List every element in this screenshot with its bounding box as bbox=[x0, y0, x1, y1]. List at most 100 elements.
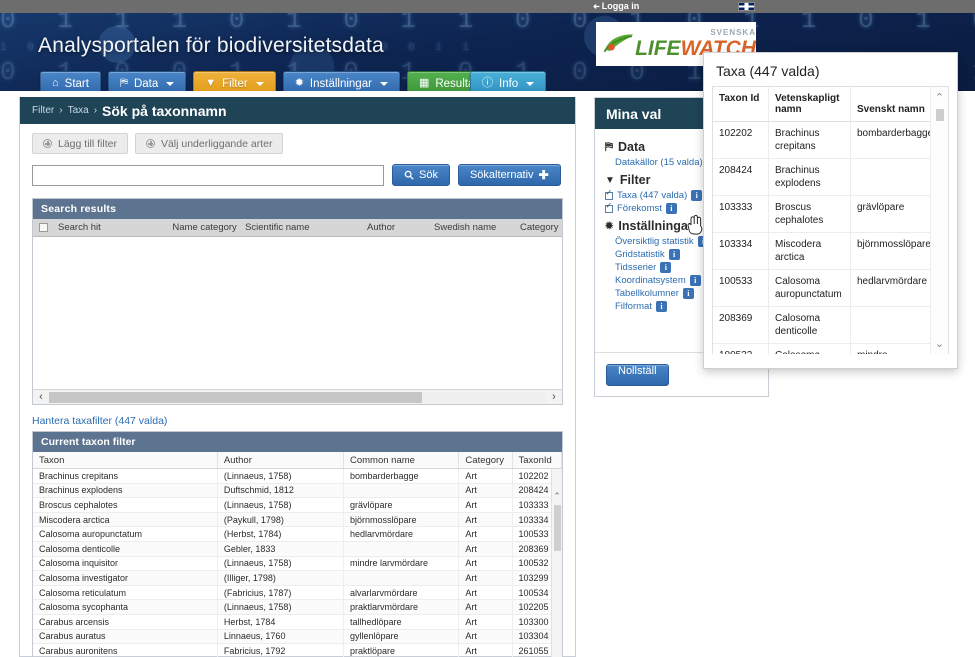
popup-column-taxon-id[interactable]: Taxon Id bbox=[713, 87, 769, 121]
scrollbar-track[interactable] bbox=[49, 391, 546, 403]
popup-table-row[interactable]: 208369 Calosoma denticolle bbox=[713, 307, 948, 344]
breadcrumb-taxa[interactable]: Taxa bbox=[68, 105, 89, 116]
table-row[interactable]: Calosoma auropunctatum (Herbst, 1784) hedl… bbox=[33, 527, 563, 542]
cell-common-name bbox=[344, 541, 460, 556]
table-row[interactable]: Calosoma reticulatum (Fabricius, 1787) alv… bbox=[33, 585, 563, 601]
cell-common-name: praktlarvmördare bbox=[344, 600, 460, 614]
nav-button-start[interactable]: ⌂ Start bbox=[40, 71, 101, 91]
page-title: Analysportalen för biodiversitetsdata bbox=[38, 34, 384, 57]
search-results-horizontal-scrollbar[interactable]: ‹ › bbox=[33, 389, 562, 404]
popup-table-row[interactable]: 103334 Miscodera arctica björnmosslöpare bbox=[713, 233, 948, 270]
nav-label-start: Start bbox=[64, 77, 89, 90]
cell-author: (Linnaeus, 1758) bbox=[218, 556, 344, 571]
column-category[interactable]: Category bbox=[514, 222, 562, 233]
popup-table-row[interactable]: 100532Calosoma inquisitormindre larvmörd… bbox=[713, 344, 948, 354]
sidebar-section-label-installningar: Inställningar bbox=[618, 219, 693, 233]
column-author[interactable]: Author bbox=[361, 222, 428, 233]
popup-table-row[interactable]: 102202 Brachinus crepitans bombarderbagge bbox=[713, 122, 948, 159]
popup-table-row[interactable]: 100533 Calosoma auropunctatum hedlarvmörda… bbox=[713, 270, 948, 307]
column-search-hit[interactable]: Search hit bbox=[52, 222, 166, 233]
uk-flag-icon[interactable] bbox=[738, 2, 755, 11]
table-row[interactable]: Miscodera arctica (Paykull, 1798) björnmos… bbox=[33, 512, 563, 528]
table-row[interactable]: Carabus arcensis Herbst, 1784 tallhedlöpar… bbox=[33, 614, 563, 630]
breadcrumb-filter[interactable]: Filter bbox=[32, 105, 54, 116]
info-icon[interactable]: i bbox=[689, 275, 701, 286]
column-common-name[interactable]: Common name bbox=[344, 452, 460, 468]
column-scientific-name[interactable]: Scientific name bbox=[239, 222, 361, 233]
login-link[interactable]: ➜ Logga in bbox=[593, 1, 639, 11]
taxa-checkbox[interactable] bbox=[605, 188, 613, 200]
table-row[interactable]: Carabus auratus Linnaeus, 1760 gyllenlöpar… bbox=[33, 629, 563, 645]
table-row[interactable]: Brachinus explodens Duftschmid, 1812 Art 20… bbox=[33, 483, 563, 499]
nav-button-data[interactable]: ⛿ Data bbox=[107, 71, 187, 91]
logo-life-text: LIFE bbox=[635, 37, 681, 60]
info-icon[interactable]: i bbox=[655, 301, 667, 312]
table-row[interactable]: Calosoma inquisitor (Linnaeus, 1758) mindr… bbox=[33, 556, 563, 572]
gears-icon: ✹ bbox=[605, 220, 614, 232]
info-icon[interactable]: i bbox=[668, 249, 680, 260]
cell-author: (Linnaeus, 1758) bbox=[218, 469, 344, 483]
logo-svenska-label: SVENSKA bbox=[710, 28, 756, 37]
search-button[interactable]: Sök bbox=[392, 164, 450, 186]
scroll-right-icon[interactable]: › bbox=[546, 391, 562, 403]
scroll-up-icon[interactable]: ⌃ bbox=[935, 91, 944, 104]
reset-button[interactable]: Nollställ bbox=[606, 363, 669, 386]
sidebar-item-label: Taxa (447 valda) bbox=[617, 190, 688, 201]
select-subspecies-button[interactable]: Välj underliggande arter bbox=[134, 133, 284, 154]
add-filter-button[interactable]: Lägg till filter bbox=[32, 133, 128, 154]
manage-taxafilter-link[interactable]: Hantera taxafilter (447 valda) bbox=[32, 415, 167, 427]
popup-table-row[interactable]: 208424 Brachinus explodens bbox=[713, 159, 948, 196]
popup-column-scientific-name[interactable]: Vetenskapligt namn bbox=[769, 87, 851, 121]
column-swedish-name[interactable]: Swedish name bbox=[428, 222, 514, 233]
popup-header-row: Taxon Id Vetenskapligt namn Svenskt namn bbox=[713, 87, 948, 122]
scroll-down-icon[interactable]: ⌄ bbox=[935, 337, 944, 350]
nav-button-installningar[interactable]: ✹ Inställningar bbox=[282, 71, 400, 91]
scroll-left-icon[interactable]: ‹ bbox=[33, 391, 49, 403]
popup-vertical-scrollbar[interactable]: ⌃ ⌄ bbox=[930, 87, 948, 354]
search-options-button[interactable]: Sökalternativ ✚ bbox=[457, 164, 561, 186]
sidebar-item-label: Översiktlig statistik bbox=[615, 236, 694, 247]
scrollbar-thumb[interactable] bbox=[49, 391, 422, 403]
chart-icon: ▦ bbox=[418, 77, 430, 89]
cell-common-name: mindre larvmördare bbox=[344, 556, 460, 571]
taxon-filter-vertical-scrollbar[interactable]: ⌃ bbox=[551, 469, 562, 657]
home-icon: ⌂ bbox=[52, 77, 59, 89]
info-icon[interactable]: i bbox=[682, 288, 694, 299]
scroll-up-icon[interactable]: ⌃ bbox=[553, 491, 561, 502]
cell-taxon: Miscodera arctica bbox=[33, 512, 218, 527]
info-icon[interactable]: i bbox=[691, 190, 703, 201]
column-name-category[interactable]: Name category bbox=[166, 222, 239, 233]
manage-link-row: Hantera taxafilter (447 valda) bbox=[20, 405, 575, 431]
leaf-arrow-icon bbox=[603, 34, 634, 53]
plus-icon: ✚ bbox=[538, 168, 549, 182]
table-row[interactable]: Calosoma sycophanta (Linnaeus, 1758) prakt… bbox=[33, 600, 563, 615]
cell-category: Art bbox=[459, 498, 513, 512]
forekomst-checkbox[interactable] bbox=[605, 201, 613, 213]
cell-taxon: Calosoma sycophanta bbox=[33, 600, 218, 614]
column-taxonid[interactable]: TaxonId bbox=[513, 452, 563, 468]
info-icon[interactable]: i bbox=[660, 262, 672, 273]
table-row[interactable]: Brachinus crepitans (Linnaeus, 1758) bomba… bbox=[33, 469, 563, 484]
search-input[interactable] bbox=[32, 164, 384, 186]
sidebar-item-label: Koordinatsystem bbox=[615, 275, 686, 286]
column-category[interactable]: Category bbox=[459, 452, 513, 468]
table-row[interactable]: Carabus auronitens Fabricius, 1792 praktlö… bbox=[33, 644, 563, 657]
taxa-popup-dialog: Taxa (447 valda) Taxon Id Vetenskapligt … bbox=[703, 52, 958, 369]
scrollbar-thumb[interactable] bbox=[553, 505, 561, 551]
cell-taxon: Calosoma reticulatum bbox=[33, 585, 218, 600]
popup-table: Taxon Id Vetenskapligt namn Svenskt namn… bbox=[712, 86, 949, 354]
table-row[interactable]: Broscus cephalotes (Linnaeus, 1758) grävlö… bbox=[33, 498, 563, 513]
column-taxon[interactable]: Taxon bbox=[33, 452, 218, 468]
popup-table-row[interactable]: 103333 Broscus cephalotes grävlöpare bbox=[713, 196, 948, 233]
nav-button-info[interactable]: ⓘ Info bbox=[470, 71, 547, 91]
info-icon[interactable]: i bbox=[665, 203, 677, 214]
popup-cell-scientific-name: Brachinus explodens bbox=[769, 159, 851, 195]
cell-author: (Linnaeus, 1758) bbox=[218, 600, 344, 614]
nav-button-filter[interactable]: ▼ Filter bbox=[193, 71, 276, 91]
table-row[interactable]: Calosoma investigator (Illiger, 1798) Art 1… bbox=[33, 571, 563, 586]
scrollbar-thumb[interactable] bbox=[936, 109, 944, 121]
column-author[interactable]: Author bbox=[218, 452, 344, 468]
cell-category: Art bbox=[459, 483, 513, 498]
table-row[interactable]: Calosoma denticolle Gebler, 1833 Art 208369 bbox=[33, 541, 563, 557]
select-all-checkbox[interactable] bbox=[39, 223, 48, 232]
